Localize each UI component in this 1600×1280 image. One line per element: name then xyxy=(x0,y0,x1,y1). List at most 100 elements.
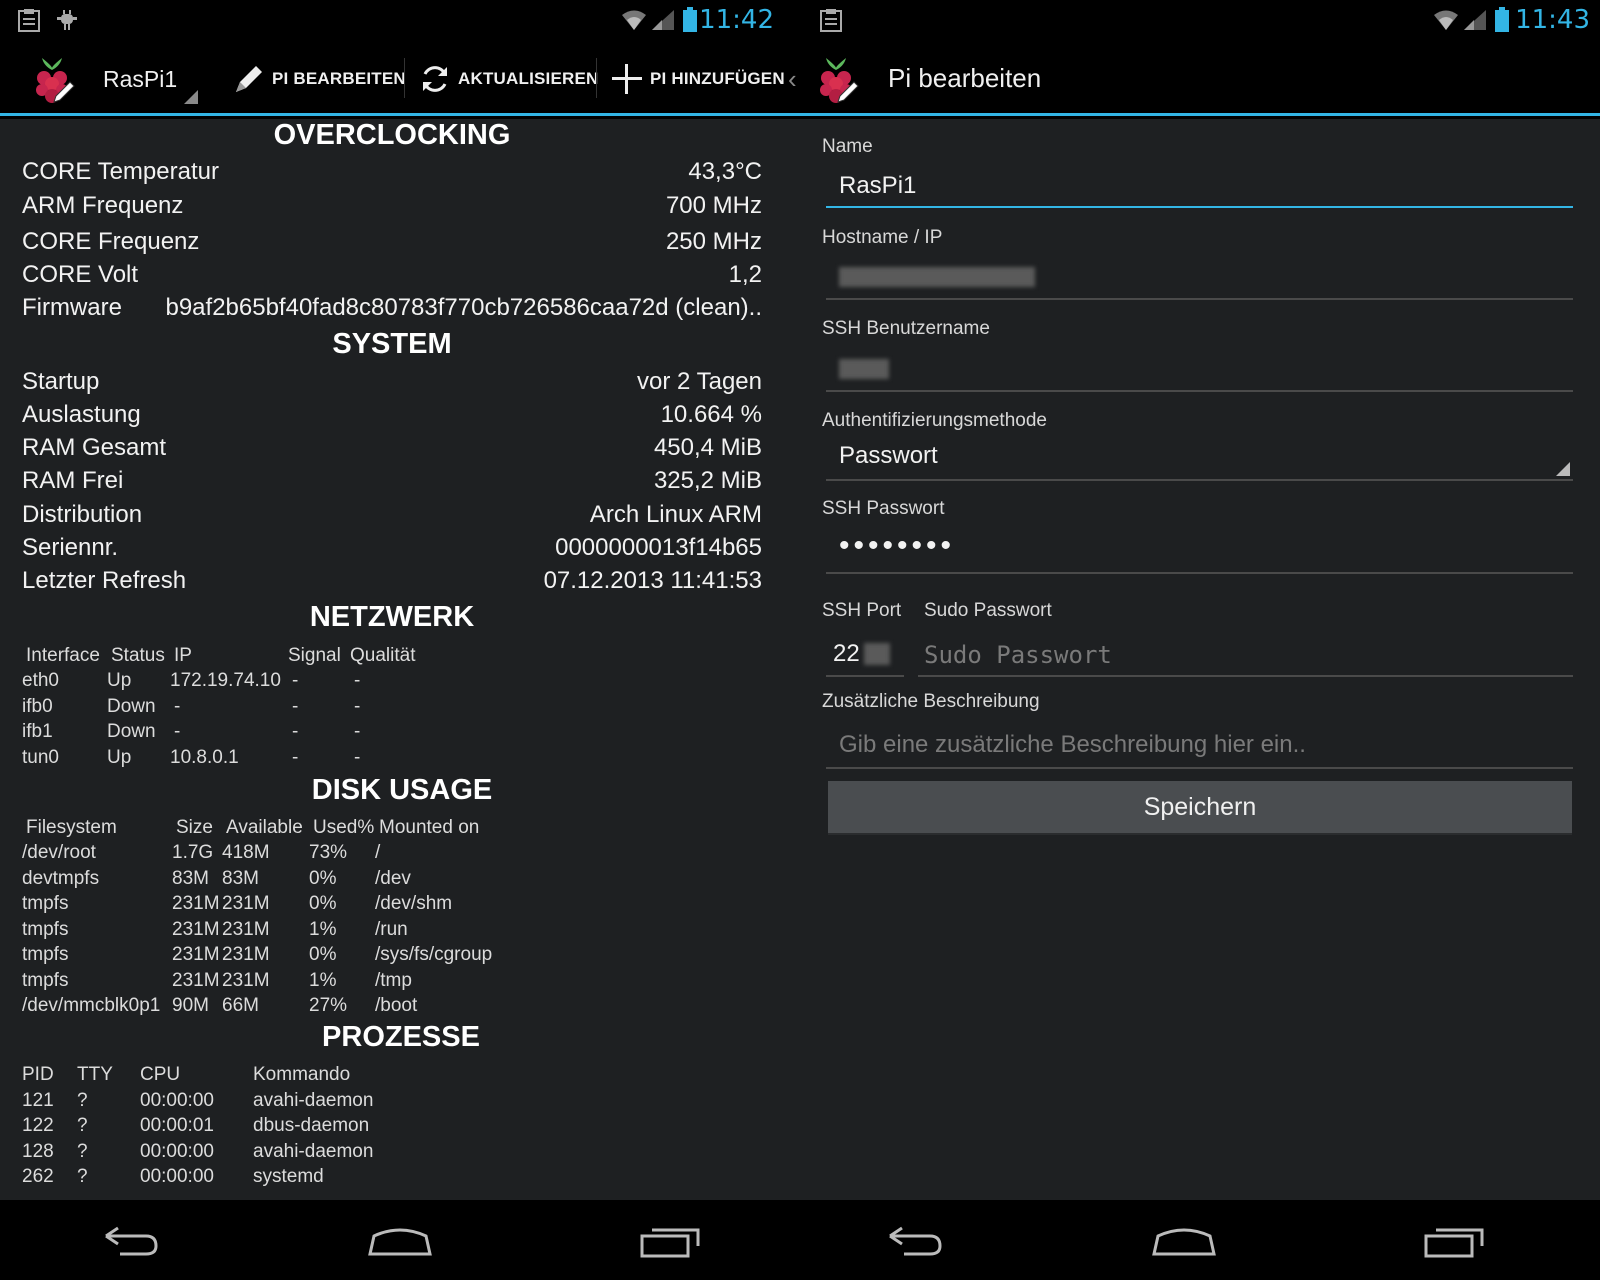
table-cell: 00:00:00 xyxy=(140,1141,214,1162)
table-cell: 00:00:01 xyxy=(140,1115,214,1136)
ssh-port-field[interactable]: 22 xyxy=(833,640,860,668)
table-cell: /run xyxy=(375,919,408,940)
sudo-password-field[interactable]: Sudo Passwort xyxy=(924,641,1112,669)
home-icon[interactable] xyxy=(360,1216,440,1264)
save-button[interactable]: Speichern xyxy=(828,781,1572,835)
action-divider xyxy=(596,58,597,98)
hostname-field[interactable] xyxy=(839,267,1035,287)
table-cell: - xyxy=(354,747,361,768)
back-icon[interactable] xyxy=(874,1216,954,1264)
table-cell: ? xyxy=(77,1141,88,1162)
table-cell: tmpfs xyxy=(22,893,69,914)
raspi-status-screen: 11:42 RasPi1 PI BEARBEITEN AKTUALISIEREN… xyxy=(0,0,800,1280)
kv-value: 700 MHz xyxy=(665,192,762,219)
kv-value: 0000000013f14b65 xyxy=(555,534,762,561)
raspberry-pi-logo-icon[interactable] xyxy=(26,52,78,108)
table-cell: Down xyxy=(107,696,156,717)
pencil-icon xyxy=(236,66,262,92)
table-cell: 83M xyxy=(172,868,209,889)
chevron-left-icon: ‹ xyxy=(788,64,797,94)
table-cell: 121 xyxy=(22,1090,54,1111)
ssh-port-redacted xyxy=(864,643,890,665)
table-cell: /dev xyxy=(375,868,411,889)
table-cell: - xyxy=(354,696,361,717)
section-title-network: NETZWERK xyxy=(309,601,475,633)
table-cell: /dev/shm xyxy=(375,893,453,914)
table-cell: tun0 xyxy=(22,747,59,768)
name-field[interactable]: RasPi1 xyxy=(839,172,916,200)
table-cell: Up xyxy=(107,747,132,768)
add-pi-button[interactable]: PI HINZUFÜGEN xyxy=(610,54,785,104)
navigation-bar xyxy=(0,1200,800,1280)
pi-selector-spinner[interactable]: RasPi1 xyxy=(103,66,177,93)
table-cell: - xyxy=(354,721,361,742)
table-cell: 231M xyxy=(222,944,270,965)
section-title-overclocking: OVERCLOCKING xyxy=(273,119,511,151)
table-cell: 66M xyxy=(222,995,259,1016)
ssh-user-label: SSH Benutzername xyxy=(822,318,990,339)
edit-pi-label: PI BEARBEITEN xyxy=(272,69,406,88)
table-cell: 231M xyxy=(172,944,220,965)
ssh-password-underline xyxy=(826,572,1573,574)
table-header: Filesystem xyxy=(26,817,117,838)
table-header: Status xyxy=(111,645,165,666)
table-cell: 0% xyxy=(309,893,337,914)
status-content[interactable]: OVERCLOCKING CORE Temperatur 43,3°C ARM … xyxy=(0,119,800,1200)
auth-method-select[interactable]: Passwort xyxy=(839,442,938,470)
recent-apps-icon[interactable] xyxy=(632,1216,712,1264)
edit-pi-button[interactable]: PI BEARBEITEN xyxy=(232,54,406,104)
table-cell: 00:00:00 xyxy=(140,1090,214,1111)
refresh-icon xyxy=(423,66,447,92)
battery-icon xyxy=(1495,7,1509,32)
table-header: CPU xyxy=(140,1064,181,1085)
table-cell: - xyxy=(354,670,361,691)
section-title-system: SYSTEM xyxy=(332,328,452,360)
raspberry-pi-logo-icon[interactable] xyxy=(810,52,862,108)
navigation-bar xyxy=(800,1200,1600,1280)
kv-label: ARM Frequenz xyxy=(22,192,184,219)
kv-value: 07.12.2013 11:41:53 xyxy=(543,567,762,594)
kv-value: Arch Linux ARM xyxy=(589,501,762,528)
refresh-button[interactable]: AKTUALISIEREN xyxy=(418,54,599,104)
name-label: Name xyxy=(822,136,873,157)
recent-apps-icon[interactable] xyxy=(1416,1216,1496,1264)
description-field[interactable]: Gib eine zusätzliche Beschreibung hier e… xyxy=(839,731,1306,759)
table-cell: 10.8.0.1 xyxy=(170,747,239,768)
table-cell: eth0 xyxy=(22,670,59,691)
table-cell: dbus-daemon xyxy=(253,1115,370,1136)
table-cell: avahi-daemon xyxy=(253,1090,374,1111)
kv-value: 10.664 % xyxy=(660,401,762,428)
table-header: PID xyxy=(22,1064,54,1085)
usb-debug-icon xyxy=(57,10,77,30)
kv-label: Letzter Refresh xyxy=(22,567,187,594)
kv-value: 43,3°C xyxy=(688,158,762,185)
table-cell: /dev/mmcblk0p1 xyxy=(22,995,161,1016)
ssh-password-label: SSH Passwort xyxy=(822,498,945,519)
table-cell: Down xyxy=(107,721,156,742)
ssh-port-label: SSH Port xyxy=(822,600,902,621)
auth-method-underline xyxy=(826,479,1573,481)
spinner-indicator-icon xyxy=(184,90,198,104)
dropdown-indicator-icon xyxy=(1556,462,1570,476)
table-cell: - xyxy=(174,696,181,717)
hostname-label: Hostname / IP xyxy=(822,227,943,248)
table-cell: 1.7G xyxy=(172,842,214,863)
table-cell: 172.19.74.10 xyxy=(170,670,281,691)
table-cell: ? xyxy=(77,1090,88,1111)
table-cell: 1% xyxy=(309,970,337,991)
edit-pi-screen: 11:43 Pi bearbeiten Name RasPi1 Hostname… xyxy=(800,0,1600,1280)
table-cell: tmpfs xyxy=(22,944,69,965)
add-pi-label: PI HINZUFÜGEN xyxy=(650,69,785,88)
ssh-password-field[interactable]: •••••••• xyxy=(839,529,955,563)
table-cell: 1% xyxy=(309,919,337,940)
kv-label: Auslastung xyxy=(22,401,141,428)
kv-value: vor 2 Tagen xyxy=(637,368,762,395)
table-cell: /tmp xyxy=(375,970,412,991)
kv-value: 325,2 MiB xyxy=(653,467,762,494)
back-icon[interactable] xyxy=(90,1216,170,1264)
table-cell: 122 xyxy=(22,1115,54,1136)
kv-label: Firmware xyxy=(22,294,122,321)
ssh-user-underline xyxy=(826,390,1573,392)
home-icon[interactable] xyxy=(1144,1216,1224,1264)
ssh-user-field[interactable] xyxy=(839,359,889,379)
